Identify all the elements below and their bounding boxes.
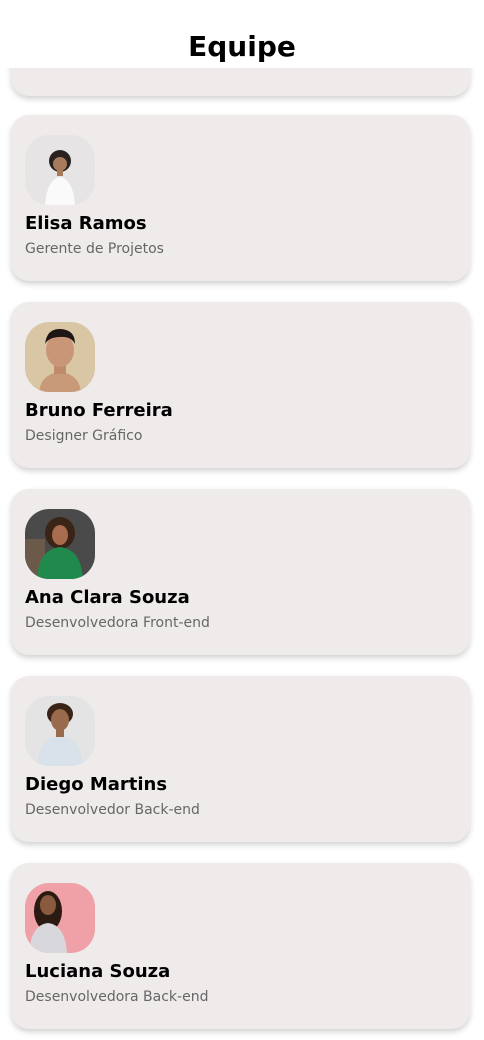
- avatar: [25, 509, 95, 579]
- member-role: Desenvolvedor Back-end: [25, 802, 200, 818]
- team-page: Equipe Redatora e Especialista em SEO El…: [0, 0, 484, 1040]
- avatar-photo-icon: [25, 696, 95, 766]
- team-card[interactable]: Luciana Souza Desenvolvedora Back-end: [11, 863, 470, 1029]
- member-name: Luciana Souza: [25, 961, 171, 982]
- avatar-photo-icon: [25, 322, 95, 392]
- team-card[interactable]: Elisa Ramos Gerente de Projetos: [11, 115, 470, 281]
- page-title: Equipe: [188, 30, 296, 63]
- team-card[interactable]: Bruno Ferreira Designer Gráfico: [11, 302, 470, 468]
- avatar: [25, 322, 95, 392]
- member-role: Gerente de Projetos: [25, 241, 164, 257]
- team-card[interactable]: Diego Martins Desenvolvedor Back-end: [11, 676, 470, 842]
- page-header: Equipe: [0, 0, 484, 68]
- member-role: Desenvolvedora Back-end: [25, 989, 209, 1005]
- avatar-photo-icon: [25, 135, 95, 205]
- avatar-photo-icon: [25, 883, 95, 953]
- member-name: Diego Martins: [25, 774, 168, 795]
- avatar: [25, 696, 95, 766]
- avatar: [25, 883, 95, 953]
- member-role: Designer Gráfico: [25, 428, 143, 444]
- member-name: Ana Clara Souza: [25, 587, 190, 608]
- team-card[interactable]: Ana Clara Souza Desenvolvedora Front-end: [11, 489, 470, 655]
- member-name: Elisa Ramos: [25, 213, 147, 234]
- avatar: [25, 135, 95, 205]
- member-name: Bruno Ferreira: [25, 400, 173, 421]
- member-role: Desenvolvedora Front-end: [25, 615, 210, 631]
- avatar-photo-icon: [25, 509, 95, 579]
